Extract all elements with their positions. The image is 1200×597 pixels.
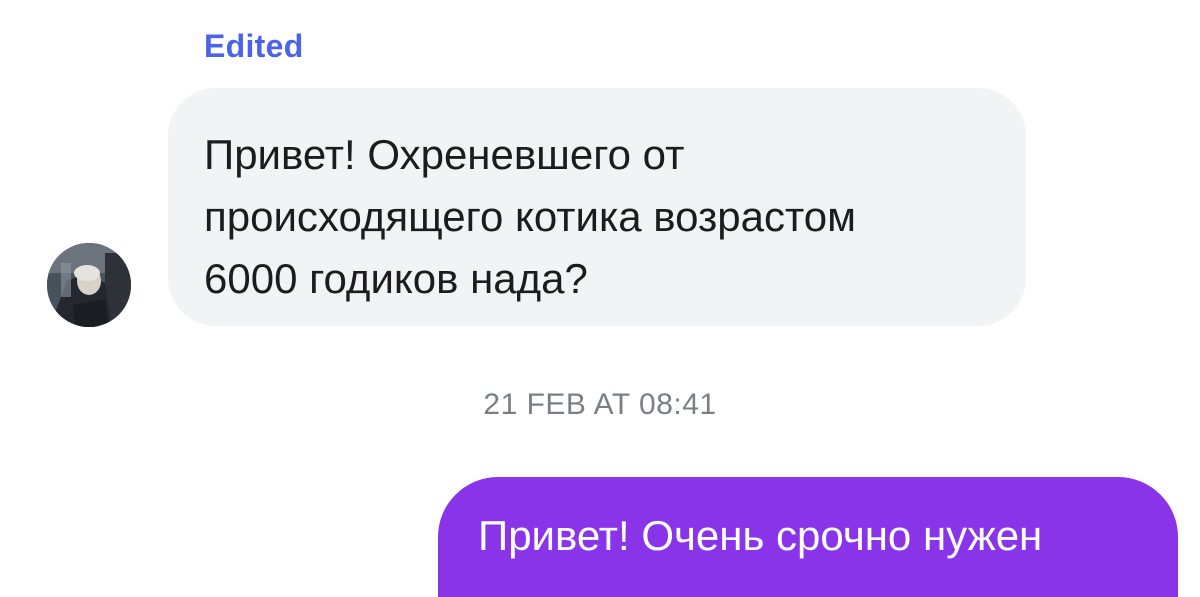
date-separator: 21 FEB AT 08:41 <box>483 388 717 421</box>
avatar-photo-icon <box>47 243 131 327</box>
edited-label: Edited <box>204 28 304 64</box>
incoming-message-bubble[interactable]: Привет! Охреневшего от происходящего кот… <box>168 88 1026 326</box>
sender-avatar[interactable] <box>47 243 131 327</box>
outgoing-message-bubble[interactable]: Привет! Очень срочно нужен <box>438 477 1178 597</box>
chat-thread: Edited Привет! Охреневшего от происходящ… <box>0 0 1200 597</box>
